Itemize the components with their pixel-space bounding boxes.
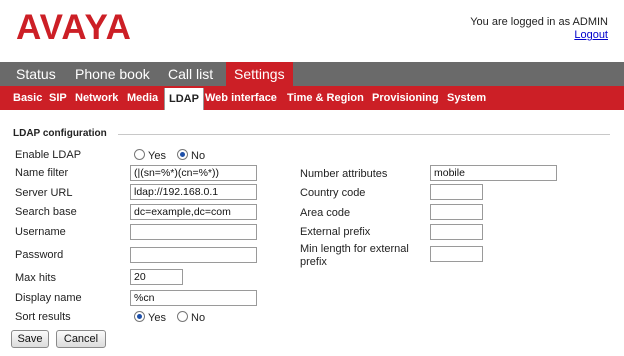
subtab-provisioning[interactable]: Provisioning	[372, 86, 439, 110]
min-length-label: Min length for external prefix	[300, 243, 409, 269]
header: AVAYA You are logged in as ADMIN Logout	[0, 0, 624, 62]
avaya-logo: AVAYA	[16, 8, 132, 47]
name-filter-input[interactable]: (|(sn=%*)(cn=%*))	[130, 165, 257, 181]
tab-status[interactable]: Status	[16, 62, 56, 86]
enable-ldap-radio-group: Yes No	[134, 149, 213, 163]
enable-ldap-yes-label: Yes	[148, 150, 166, 162]
subtab-network[interactable]: Network	[75, 86, 118, 110]
section-divider	[118, 134, 610, 135]
external-prefix-input[interactable]	[430, 224, 483, 240]
logout-link[interactable]: Logout	[470, 29, 608, 41]
subtab-sip[interactable]: SIP	[49, 86, 67, 110]
enable-ldap-no[interactable]: No	[177, 149, 206, 162]
tab-phone-book[interactable]: Phone book	[75, 62, 150, 86]
display-name-input[interactable]: %cn	[130, 290, 257, 306]
radio-selected-icon[interactable]	[134, 311, 145, 322]
subtab-ldap[interactable]: LDAP	[164, 88, 204, 110]
sort-results-radio-group: Yes No	[134, 311, 213, 325]
area-code-input[interactable]	[430, 204, 483, 220]
subtab-basic[interactable]: Basic	[13, 86, 42, 110]
external-prefix-label: External prefix	[300, 226, 371, 238]
login-info: You are logged in as ADMIN Logout	[470, 16, 608, 41]
username-label: Username	[15, 226, 66, 238]
server-url-input[interactable]: ldap://192.168.0.1	[130, 184, 257, 200]
country-code-label: Country code	[300, 187, 366, 199]
sort-results-yes-label: Yes	[148, 312, 166, 324]
subtab-web-interface[interactable]: Web interface	[205, 86, 277, 110]
username-input[interactable]	[130, 224, 257, 240]
server-url-label: Server URL	[15, 187, 73, 199]
login-text: You are logged in as ADMIN	[470, 16, 608, 28]
sub-nav: Basic SIP Network Media LDAP Web interfa…	[0, 86, 624, 110]
radio-selected-icon[interactable]	[177, 149, 189, 160]
radio-icon[interactable]	[134, 149, 145, 160]
main-nav: Status Phone book Call list Settings	[0, 62, 624, 86]
number-attributes-input[interactable]: mobile	[430, 165, 557, 181]
search-base-label: Search base	[15, 206, 77, 218]
subtab-system[interactable]: System	[447, 86, 486, 110]
country-code-input[interactable]	[430, 184, 483, 200]
radio-icon[interactable]	[177, 311, 189, 322]
enable-ldap-no-label: No	[191, 150, 206, 162]
search-base-input[interactable]: dc=example,dc=com	[130, 204, 257, 220]
max-hits-label: Max hits	[15, 272, 56, 284]
tab-call-list[interactable]: Call list	[168, 62, 213, 86]
sort-results-no[interactable]: No	[177, 311, 206, 324]
password-label: Password	[15, 249, 64, 261]
ldap-form: LDAP configuration Enable LDAP Yes No Na…	[0, 110, 624, 356]
sort-results-yes[interactable]: Yes	[134, 311, 166, 324]
sort-results-label: Sort results	[15, 311, 71, 323]
password-input[interactable]	[130, 247, 257, 263]
number-attributes-label: Number attributes	[300, 168, 388, 180]
tab-settings[interactable]: Settings	[226, 62, 293, 86]
min-length-label-line2: prefix	[300, 256, 327, 268]
section-title: LDAP configuration	[13, 128, 107, 139]
subtab-time-region[interactable]: Time & Region	[287, 86, 364, 110]
subtab-media[interactable]: Media	[127, 86, 158, 110]
enable-ldap-yes[interactable]: Yes	[134, 149, 166, 162]
sort-results-no-label: No	[191, 312, 206, 324]
area-code-label: Area code	[300, 207, 351, 219]
enable-ldap-label: Enable LDAP	[15, 149, 82, 161]
save-button[interactable]: Save	[11, 330, 49, 348]
max-hits-input[interactable]: 20	[130, 269, 183, 285]
min-length-input[interactable]	[430, 246, 483, 262]
min-length-label-line1: Min length for external	[300, 243, 409, 255]
name-filter-label: Name filter	[15, 167, 69, 179]
display-name-label: Display name	[15, 292, 82, 304]
cancel-button[interactable]: Cancel	[56, 330, 106, 348]
